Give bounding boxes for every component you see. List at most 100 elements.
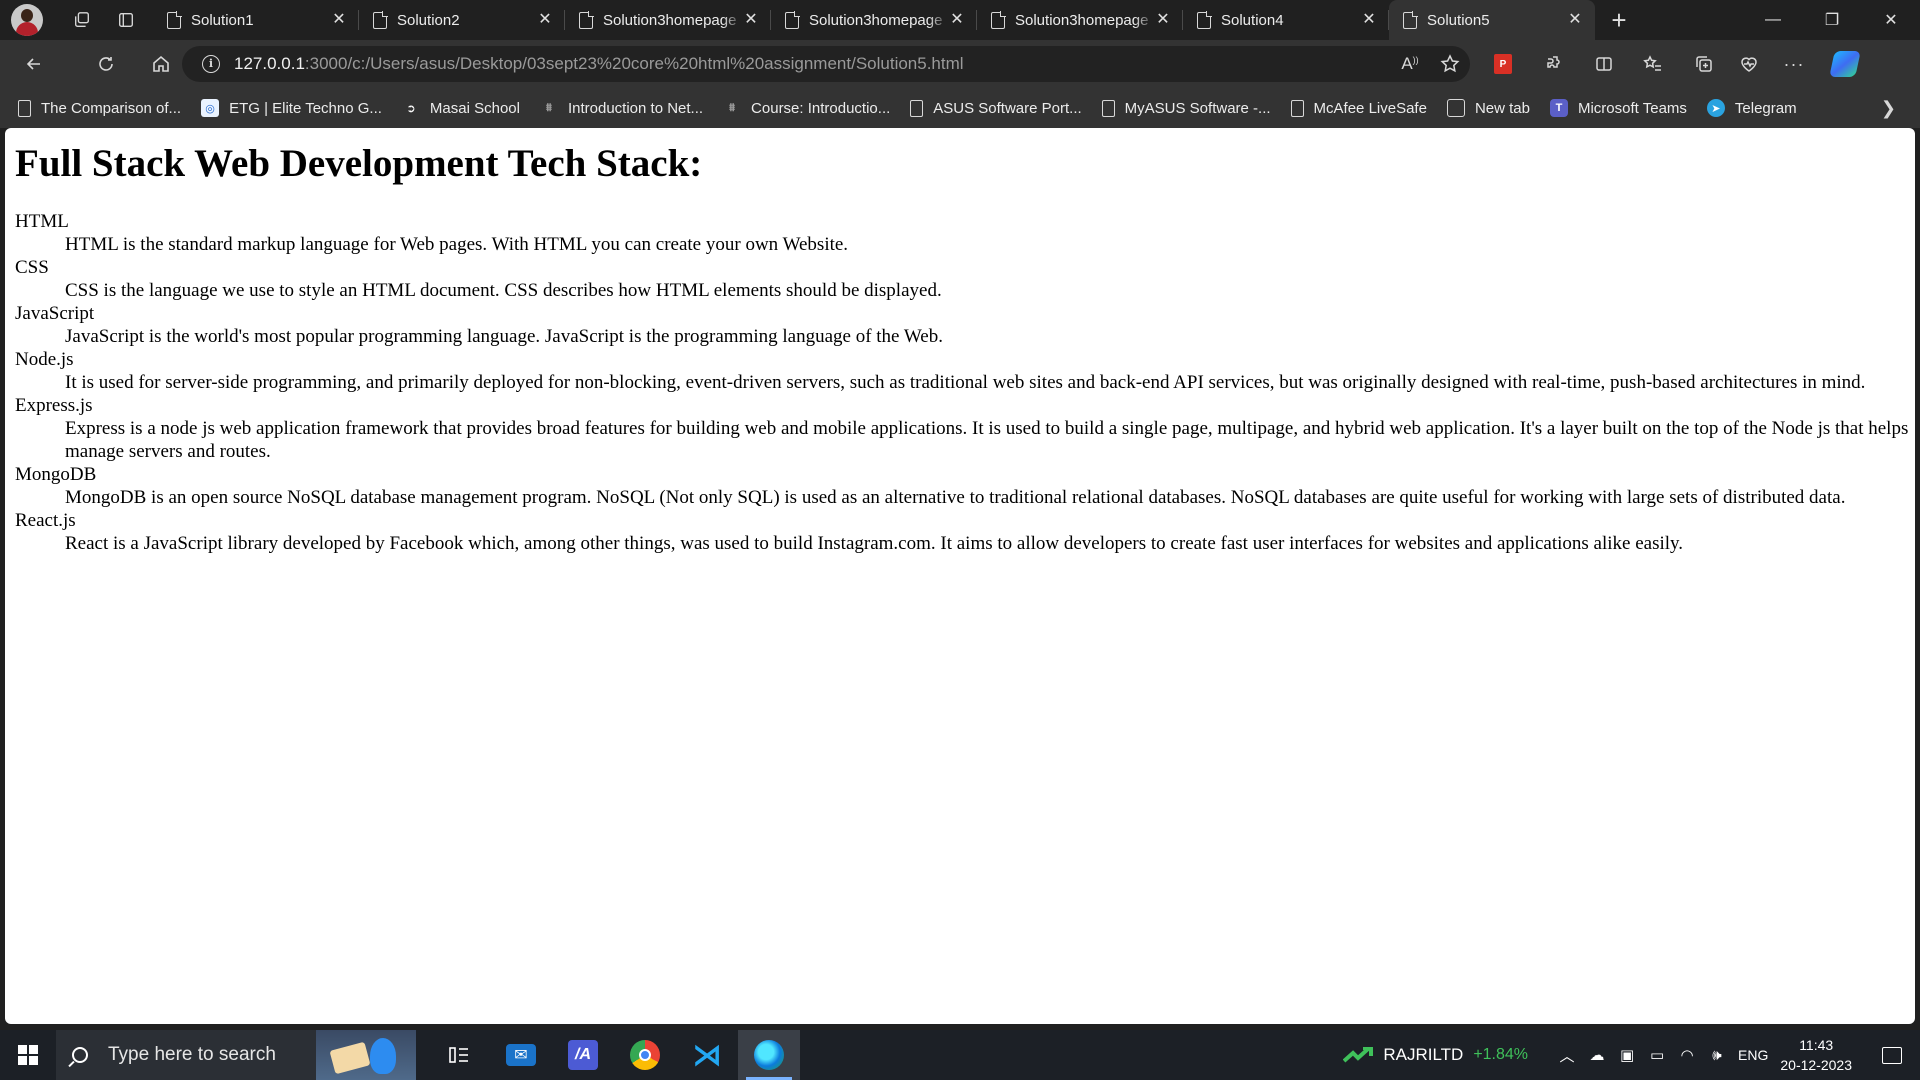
- tab-title: Solution1: [191, 11, 254, 29]
- new-tab-button[interactable]: +: [1601, 2, 1637, 38]
- browser-tab[interactable]: Solution4 ✕: [1183, 0, 1389, 40]
- refresh-button[interactable]: [88, 46, 124, 82]
- minimize-button[interactable]: —: [1744, 0, 1802, 40]
- close-window-button[interactable]: ✕: [1862, 0, 1920, 40]
- browser-tab[interactable]: Solution3homepage ✕: [565, 0, 771, 40]
- workspaces-icon[interactable]: [67, 5, 97, 35]
- extension-pdf-icon[interactable]: P: [1480, 46, 1526, 82]
- url-text[interactable]: 127.0.0.1:3000/c:/Users/asus/Desktop/03s…: [234, 54, 964, 74]
- favorite-item[interactable]: ⩩ Course: Introductio...: [723, 99, 890, 117]
- site-info-icon[interactable]: i: [202, 55, 220, 73]
- notification-center-button[interactable]: [1872, 1030, 1912, 1080]
- extensions-icon[interactable]: [1526, 46, 1584, 82]
- close-tab-icon[interactable]: ✕: [743, 12, 759, 28]
- browser-essentials-icon[interactable]: [1726, 46, 1772, 82]
- browser-tab[interactable]: Solution3homepage ✕: [771, 0, 977, 40]
- tech-description: It is used for server-side programming, …: [65, 371, 1866, 393]
- page-icon: [1197, 11, 1212, 29]
- tech-description: Express is a node js web application fra…: [65, 417, 1909, 462]
- home-button[interactable]: [143, 46, 179, 82]
- close-tab-icon[interactable]: ✕: [537, 12, 553, 28]
- doc-icon: [910, 99, 924, 117]
- vscode-button[interactable]: ⋊: [676, 1030, 738, 1080]
- favorite-item[interactable]: MyASUS Software -...: [1101, 99, 1271, 117]
- favorite-item[interactable]: ASUS Software Port...: [910, 99, 1082, 117]
- search-icon: [72, 1047, 88, 1063]
- favorite-label: Introduction to Net...: [567, 99, 704, 117]
- read-aloud-icon[interactable]: A)): [1390, 46, 1430, 82]
- favorite-item[interactable]: New tab: [1446, 99, 1530, 117]
- favorite-item[interactable]: ➤ Telegram: [1706, 99, 1797, 117]
- tab-actions-icon[interactable]: [111, 5, 141, 35]
- tech-term: HTML: [15, 210, 69, 232]
- favorites-list-icon[interactable]: [1624, 46, 1682, 82]
- browser-tab[interactable]: Solution1 ✕: [153, 0, 359, 40]
- favorite-item[interactable]: T Microsoft Teams: [1549, 99, 1687, 117]
- ai-app-button[interactable]: /A: [552, 1030, 614, 1080]
- favorite-label: ASUS Software Port...: [933, 99, 1082, 117]
- favorites-bar: The Comparison of... ◎ ETG | Elite Techno …: [0, 88, 1920, 128]
- tech-description: React is a JavaScript library developed …: [65, 532, 1684, 554]
- mail-app-button[interactable]: ✉: [490, 1030, 552, 1080]
- tech-term: Express.js: [15, 394, 93, 416]
- avatar-head: [21, 9, 33, 22]
- browser-tab[interactable]: Solution5 ✕: [1389, 0, 1595, 40]
- hidden-icons-chevron-icon[interactable]: ︿: [1552, 1030, 1582, 1080]
- edge-button[interactable]: [738, 1030, 800, 1080]
- stock-widget[interactable]: RAJRILTD +1.84%: [1343, 1045, 1528, 1065]
- etg-icon: ◎: [201, 99, 220, 117]
- close-tab-icon[interactable]: ✕: [1567, 12, 1583, 28]
- browser-tab[interactable]: Solution2 ✕: [359, 0, 565, 40]
- windows-logo-icon: [18, 1045, 38, 1065]
- profile-avatar[interactable]: [11, 4, 43, 36]
- favorite-star-icon[interactable]: [1430, 46, 1470, 82]
- collections-icon[interactable]: [1682, 46, 1726, 82]
- chrome-button[interactable]: [614, 1030, 676, 1080]
- language-indicator[interactable]: ENG: [1738, 1047, 1768, 1063]
- onedrive-icon[interactable]: ☁: [1582, 1030, 1612, 1080]
- stock-symbol: RAJRILTD: [1383, 1045, 1464, 1064]
- copilot-icon[interactable]: [1816, 46, 1874, 82]
- favorites-list: The Comparison of... ◎ ETG | Elite Techno …: [18, 99, 1817, 117]
- favorite-label: McAfee LiveSafe: [1313, 99, 1427, 117]
- more-options-icon[interactable]: ···: [1772, 46, 1816, 82]
- restore-button[interactable]: ❐: [1803, 0, 1861, 40]
- address-bar[interactable]: i 127.0.0.1:3000/c:/Users/asus/Desktop/0…: [182, 46, 1470, 82]
- task-view-button[interactable]: [428, 1030, 490, 1080]
- close-tab-icon[interactable]: ✕: [949, 12, 965, 28]
- close-tab-icon[interactable]: ✕: [1155, 12, 1171, 28]
- wifi-icon[interactable]: ◠: [1672, 1030, 1702, 1080]
- battery-icon[interactable]: ▭: [1642, 1030, 1672, 1080]
- split-screen-icon[interactable]: [1584, 46, 1624, 82]
- avatar-body: [16, 22, 38, 36]
- clock-time: 11:43: [1799, 1037, 1834, 1053]
- favorite-item[interactable]: McAfee LiveSafe: [1290, 99, 1427, 117]
- favorite-item[interactable]: ⩩ Introduction to Net...: [540, 99, 703, 117]
- close-tab-icon[interactable]: ✕: [1361, 12, 1377, 28]
- favorite-label: Telegram: [1734, 99, 1797, 117]
- favorite-item[interactable]: The Comparison of...: [18, 99, 182, 117]
- tab-title: Solution2: [397, 11, 460, 29]
- task-view-icon: [449, 1047, 468, 1063]
- stock-trend-icon: [1343, 1047, 1374, 1063]
- page-heading: Full Stack Web Development Tech Stack:: [15, 142, 703, 185]
- telegram-icon: ➤: [1706, 99, 1725, 117]
- home-icon: [153, 55, 169, 72]
- start-button[interactable]: [0, 1030, 56, 1080]
- favorites-overflow-icon[interactable]: ❯: [1881, 98, 1896, 119]
- favorite-item[interactable]: ➲ Masai School: [402, 99, 520, 117]
- copilot-logo: [1829, 51, 1861, 77]
- favorite-item[interactable]: ◎ ETG | Elite Techno G...: [201, 99, 382, 117]
- chrome-icon: [630, 1040, 660, 1070]
- url-host: 127.0.0.1: [234, 54, 305, 73]
- close-tab-icon[interactable]: ✕: [331, 12, 347, 28]
- tech-description: JavaScript is the world's most popular p…: [65, 325, 943, 347]
- volume-icon[interactable]: 🕪: [1702, 1030, 1732, 1080]
- favorite-label: Masai School: [429, 99, 520, 117]
- browser-tab[interactable]: Solution3homepage ✕: [977, 0, 1183, 40]
- back-button[interactable]: [16, 46, 52, 82]
- device-icon[interactable]: ▣: [1612, 1030, 1642, 1080]
- taskbar-search[interactable]: Type here to search: [56, 1030, 416, 1080]
- clock[interactable]: 11:43 20-12-2023: [1780, 1035, 1852, 1075]
- favorite-label: The Comparison of...: [41, 99, 182, 117]
